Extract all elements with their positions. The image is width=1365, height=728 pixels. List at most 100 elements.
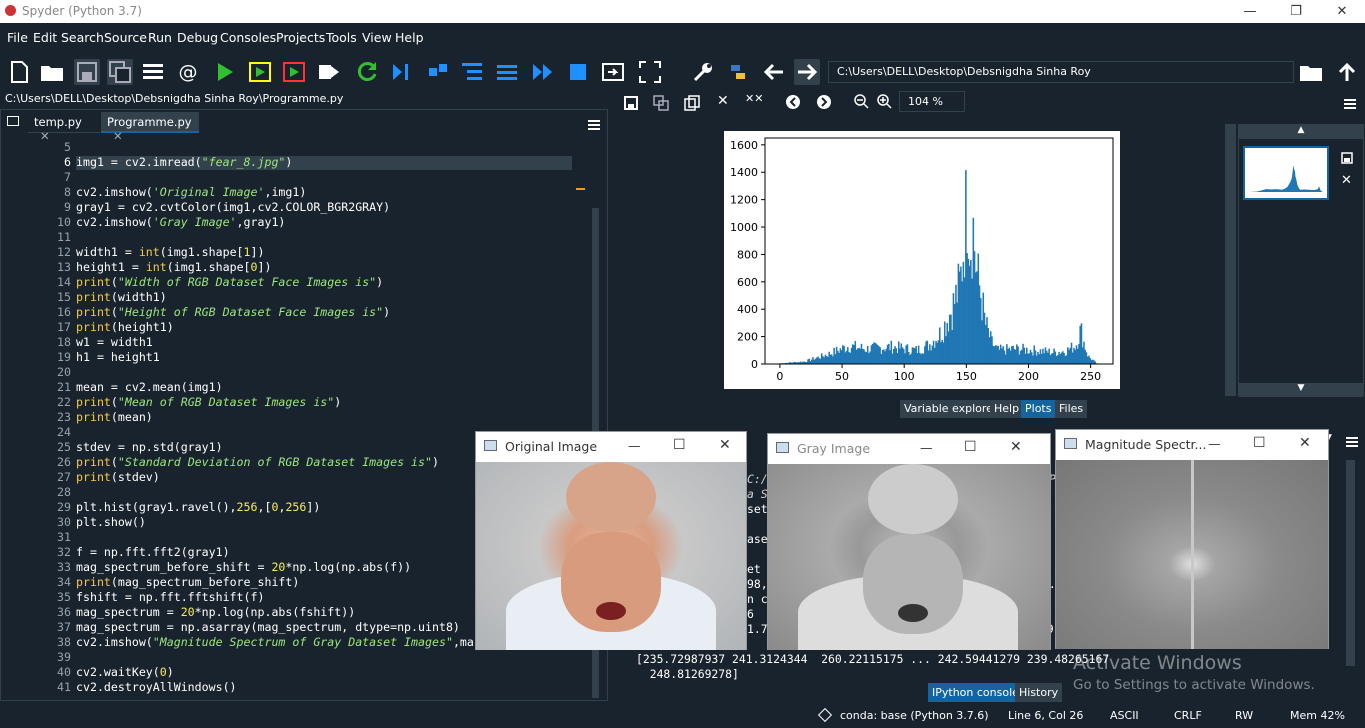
close-plot-icon[interactable]: ✕ [717, 93, 729, 109]
code-line[interactable]: gray1 = cv2.cvtColor(img1,cv2.COLOR_BGR2… [76, 200, 390, 214]
list-icon[interactable] [140, 59, 166, 85]
code-line[interactable]: print(stdev) [76, 470, 160, 484]
previous-plot-icon[interactable] [785, 94, 801, 114]
run-selection-icon[interactable] [316, 59, 342, 85]
menu-projects[interactable]: Projects [276, 30, 325, 45]
maximize-pane-icon[interactable] [600, 59, 626, 85]
code-line[interactable]: mean = cv2.mean(img1) [76, 380, 223, 394]
code-line[interactable]: print(width1) [76, 290, 167, 304]
run-cell-icon[interactable] [247, 59, 273, 85]
original-image-window[interactable]: Original Image — ☐ ✕ [475, 431, 747, 650]
menu-run[interactable]: Run [148, 30, 172, 45]
menu-debug[interactable]: Debug [177, 30, 218, 45]
code-line[interactable]: h1 = height1 [76, 350, 160, 364]
code-line[interactable]: print(height1) [76, 320, 174, 334]
code-line[interactable]: cv2.imshow('Gray Image',gray1) [76, 215, 285, 229]
magnitude-spectrum-window[interactable]: Magnitude Spectr... — ☐ ✕ [1055, 429, 1329, 649]
step-into-icon[interactable] [459, 59, 485, 85]
code-line[interactable]: print("Height of RGB Dataset Face Images… [76, 305, 390, 319]
thumb-close-icon[interactable]: ✕ [1341, 173, 1352, 188]
code-line[interactable]: print("Standard Deviation of RGB Dataset… [76, 455, 439, 469]
tab-temp-py[interactable]: temp.py ✕ [28, 112, 100, 143]
minimize-button[interactable]: — [1227, 0, 1273, 23]
code-line[interactable]: img1 = cv2.imread("fear_8.jpg") [76, 155, 292, 169]
fullscreen-icon[interactable] [637, 59, 663, 85]
python-path-icon[interactable] [725, 59, 751, 85]
window-maximize-icon[interactable]: ☐ [1253, 435, 1266, 451]
step-icon[interactable] [425, 59, 451, 85]
code-line[interactable]: cv2.waitKey(0) [76, 665, 174, 679]
code-line[interactable]: width1 = int(img1.shape[1]) [76, 245, 265, 259]
close-button[interactable]: ✕ [1319, 0, 1365, 23]
run-cell-advance-icon[interactable] [281, 59, 307, 85]
debug-icon[interactable] [388, 59, 414, 85]
code-line[interactable]: stdev = np.std(gray1) [76, 440, 223, 454]
browse-folder-icon[interactable] [1298, 59, 1324, 85]
forward-arrow-icon[interactable] [794, 59, 820, 85]
working-directory-input[interactable]: C:\Users\DELL\Desktop\Debsnigdha Sinha R… [828, 61, 1294, 83]
save-all-icon[interactable] [107, 59, 133, 85]
code-line[interactable]: print(mean) [76, 410, 153, 424]
save-plot-icon[interactable] [624, 95, 638, 114]
code-line[interactable]: w1 = width1 [76, 335, 153, 349]
tab-history[interactable]: History [1015, 683, 1063, 702]
next-plot-icon[interactable] [816, 94, 832, 114]
zoom-in-icon[interactable] [877, 94, 892, 113]
menu-source[interactable]: Source [104, 30, 147, 45]
menu-help[interactable]: Help [395, 30, 424, 45]
window-minimize-icon[interactable]: — [920, 440, 933, 455]
console-scrollbar[interactable] [1346, 460, 1355, 666]
code-line[interactable]: print("Width of RGB Dataset Face Images … [76, 275, 383, 289]
code-line[interactable]: mag_spectrum = 20*np.log(np.abs(fshift)) [76, 605, 355, 619]
thumb-save-icon[interactable] [1341, 149, 1353, 168]
code-line[interactable]: print("Mean of RGB Dataset Images is") [76, 395, 341, 409]
window-maximize-icon[interactable]: ☐ [964, 439, 977, 455]
tab-ipython-console[interactable]: IPython console [928, 683, 1023, 702]
code-line[interactable]: plt.show() [76, 515, 146, 529]
copy-plot-icon[interactable] [684, 95, 700, 115]
restore-button[interactable]: ❐ [1273, 0, 1319, 23]
thumb-scroll-up-icon[interactable]: ▲ [1239, 125, 1363, 139]
tab-files[interactable]: Files [1055, 400, 1088, 418]
gray-image-window[interactable]: Gray Image — ☐ ✕ [767, 433, 1051, 650]
code-line[interactable]: plt.hist(gray1.ravel(),256,[0,256]) [76, 500, 320, 514]
tab-plots[interactable]: Plots [1021, 400, 1056, 418]
tab-variable-explorer[interactable]: Variable explorer [900, 400, 1002, 418]
code-line[interactable]: f = np.fft.fft2(gray1) [76, 545, 230, 559]
code-line[interactable]: print(mag_spectrum_before_shift) [76, 575, 299, 589]
window-minimize-icon[interactable]: — [1208, 436, 1221, 451]
rerun-icon[interactable] [354, 59, 380, 85]
tab-programme-py[interactable]: Programme.py ✕ [101, 112, 199, 143]
menu-view[interactable]: View [362, 30, 392, 45]
tab-help[interactable]: Help [990, 400, 1024, 418]
plots-options-menu-icon[interactable] [1344, 95, 1356, 114]
step-return-icon[interactable] [494, 59, 520, 85]
menu-consoles[interactable]: Consoles [220, 30, 276, 45]
console-options-menu-icon[interactable] [1346, 433, 1358, 452]
stop-debug-icon[interactable] [565, 59, 591, 85]
preferences-wrench-icon[interactable] [690, 59, 716, 85]
close-all-plots-icon[interactable]: ✕✕ [745, 92, 763, 105]
new-file-icon[interactable] [6, 59, 32, 85]
code-line[interactable]: cv2.imshow('Original Image',img1) [76, 185, 306, 199]
email-icon[interactable]: @ [175, 59, 201, 85]
back-arrow-icon[interactable] [761, 59, 787, 85]
window-maximize-icon[interactable]: ☐ [673, 437, 686, 453]
zoom-out-icon[interactable] [854, 94, 869, 113]
run-icon[interactable] [212, 59, 238, 85]
menu-search[interactable]: Search [61, 30, 104, 45]
code-line[interactable]: mag_spectrum = np.asarray(mag_spectrum, … [76, 620, 460, 634]
browse-tabs-icon[interactable] [7, 116, 19, 126]
continue-icon[interactable] [530, 59, 556, 85]
window-close-icon[interactable]: ✕ [719, 437, 731, 453]
window-close-icon[interactable]: ✕ [1299, 435, 1311, 451]
menu-file[interactable]: File [7, 30, 28, 45]
plot-thumbnail[interactable] [1243, 146, 1329, 200]
menu-tools[interactable]: Tools [326, 30, 357, 45]
thumb-scroll-down-icon[interactable]: ▼ [1239, 383, 1363, 397]
editor-options-menu-icon[interactable] [588, 116, 600, 135]
code-line[interactable]: cv2.destroyAllWindows() [76, 680, 237, 694]
plots-splitter[interactable] [1225, 124, 1236, 396]
zoom-level-input[interactable]: 104 % [899, 91, 965, 112]
window-close-icon[interactable]: ✕ [1010, 439, 1022, 455]
